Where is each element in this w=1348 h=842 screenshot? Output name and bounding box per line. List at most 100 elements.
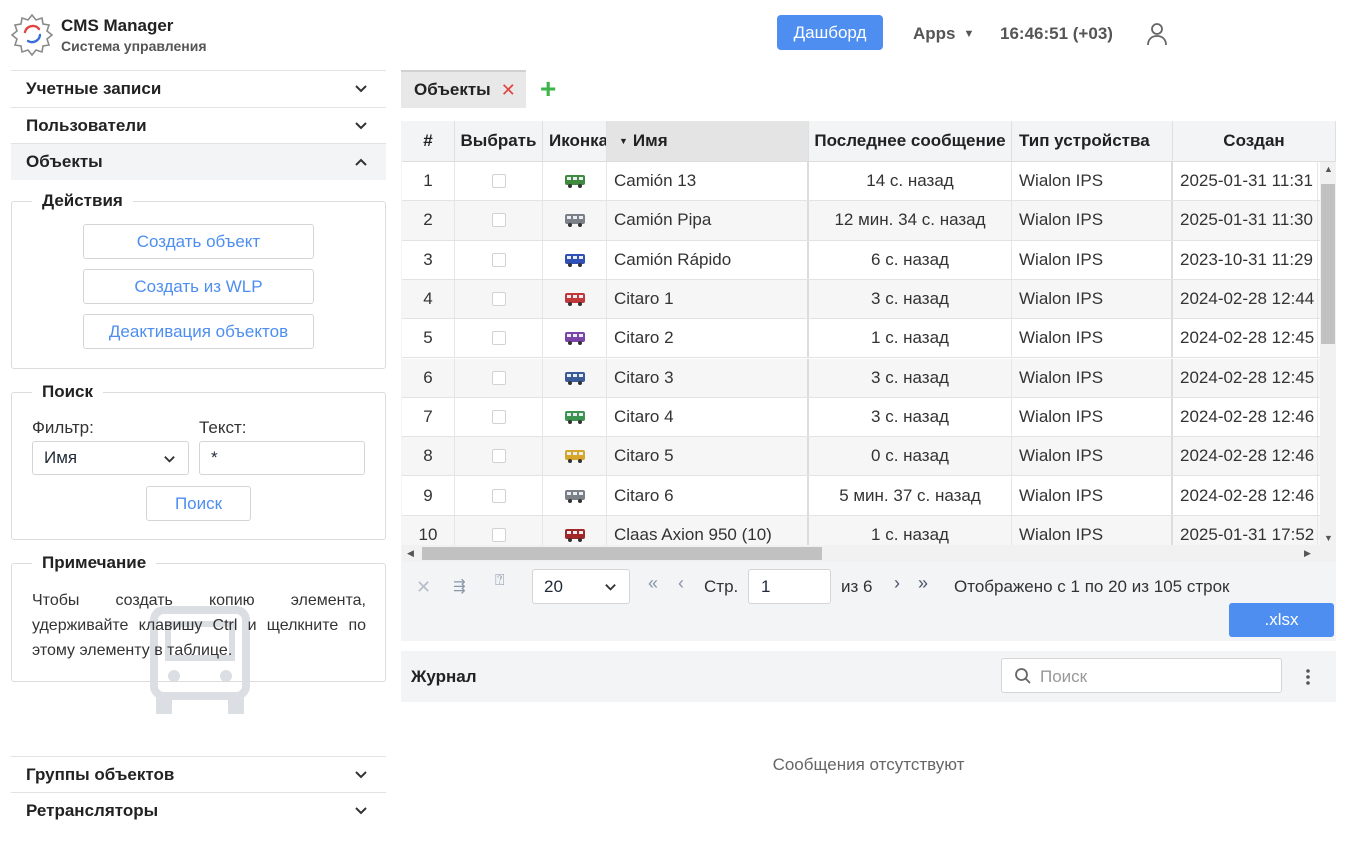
page-number-input[interactable]: 1 xyxy=(748,569,831,604)
row-last-message: 3 с. назад xyxy=(809,397,1012,437)
scroll-down-icon[interactable]: ▼ xyxy=(1324,533,1333,543)
table-row[interactable]: 4 Citaro 13 с. назад Wialon IPS 2024-02-28 … xyxy=(402,279,1336,320)
row-last-message: 0 с. назад xyxy=(809,437,1012,476)
row-checkbox[interactable] xyxy=(491,488,506,503)
row-checkbox[interactable] xyxy=(491,370,506,385)
bus-purple-icon xyxy=(564,332,585,346)
vertical-scroll-thumb[interactable] xyxy=(1321,184,1335,344)
filter-select[interactable]: Имя xyxy=(32,441,189,475)
column-header-name[interactable]: ▼ Имя xyxy=(607,121,809,162)
horizontal-scrollbar[interactable]: ◀ ▶ xyxy=(402,545,1336,562)
prev-page-icon[interactable]: ‹ xyxy=(678,573,684,594)
row-device-type: Wialon IPS xyxy=(1012,515,1173,545)
create-from-wlp-button[interactable]: Создать из WLP xyxy=(83,269,314,304)
create-object-button[interactable]: Создать объект xyxy=(83,224,314,259)
row-checkbox[interactable] xyxy=(491,409,506,424)
page-size-value: 20 xyxy=(544,576,563,596)
truck-blue-icon xyxy=(564,253,585,267)
table-row[interactable]: 5 Citaro 21 с. назад Wialon IPS 2024-02-28 … xyxy=(402,319,1336,359)
table-row[interactable]: 1 Camión 13 14 с. назад Wialon IPS 2025-01-3… xyxy=(402,162,1336,202)
tractor-red-icon xyxy=(564,528,585,542)
chevron-up-icon xyxy=(355,158,367,166)
table-row[interactable]: 8 Citaro 50 с. назад Wialon IPS 2024-02-28 … xyxy=(402,437,1336,477)
column-header-icon[interactable]: Иконка xyxy=(543,121,607,162)
expand-columns-icon[interactable]: ⇶ xyxy=(453,577,466,595)
row-last-message: 3 с. назад xyxy=(809,279,1012,319)
dashboard-button[interactable]: Дашборд xyxy=(777,15,883,50)
column-header-select[interactable]: Выбрать xyxy=(455,121,543,162)
scroll-right-icon[interactable]: ▶ xyxy=(1304,548,1311,559)
actions-legend: Действия xyxy=(32,191,133,211)
row-select-cell xyxy=(455,319,543,358)
deactivate-objects-button[interactable]: Деактивация объектов xyxy=(83,314,314,349)
column-header-device-type[interactable]: Тип устройства xyxy=(1012,121,1173,162)
next-page-icon[interactable]: › xyxy=(894,573,900,594)
row-last-message: 1 с. назад xyxy=(809,515,1012,545)
search-button[interactable]: Поиск xyxy=(146,486,251,521)
row-checkbox[interactable] xyxy=(491,174,506,189)
row-checkbox[interactable] xyxy=(491,527,506,542)
bus-grey-icon xyxy=(564,214,585,228)
clear-icon[interactable]: ✕ xyxy=(416,577,431,598)
row-name: Camión Pipa xyxy=(607,201,809,240)
row-number: 2 xyxy=(402,201,455,240)
table-row[interactable]: 3 Camión Rápido 6 с. назад Wialon IPS 2023-1… xyxy=(402,240,1336,280)
table-row[interactable]: 7 Citaro 43 с. назад Wialon IPS 2024-02-28 … xyxy=(402,397,1336,438)
row-checkbox[interactable] xyxy=(491,331,506,346)
user-icon[interactable] xyxy=(1145,21,1169,47)
row-created: 2024-02-28 12:46 xyxy=(1173,437,1318,476)
column-header-number[interactable]: # xyxy=(402,121,455,162)
vertical-scrollbar[interactable]: ▲ ▼ xyxy=(1320,162,1336,545)
sidebar-section-users[interactable]: Пользователи xyxy=(11,107,386,144)
row-created: 2024-02-28 12:45 xyxy=(1173,319,1318,358)
table-grid: # Выбрать Иконка ▼ Имя Последнее сообщен… xyxy=(402,121,1336,545)
note-panel: Примечание Чтобы создать копию элемента,… xyxy=(11,553,386,682)
row-number: 8 xyxy=(402,437,455,476)
row-created: 2024-02-28 12:46 xyxy=(1173,397,1318,437)
row-select-cell xyxy=(455,397,543,437)
scroll-left-icon[interactable]: ◀ xyxy=(407,548,414,559)
chevron-down-icon xyxy=(355,807,367,815)
sidebar-section-retranslators[interactable]: Ретрансляторы xyxy=(11,792,386,829)
table-row[interactable]: 2 Camión Pipa 12 мин. 34 с. назад Wialon IP… xyxy=(402,201,1336,241)
sidebar-section-accounts[interactable]: Учетные записи xyxy=(11,70,386,107)
first-page-icon[interactable]: « xyxy=(648,573,658,594)
scroll-up-icon[interactable]: ▲ xyxy=(1324,164,1333,174)
add-tab-icon[interactable]: + xyxy=(540,75,556,103)
last-page-icon[interactable]: » xyxy=(918,573,928,594)
tab-label: Объекты xyxy=(414,80,491,99)
row-icon-cell xyxy=(543,397,607,437)
journal-search-input[interactable]: Поиск xyxy=(1001,658,1282,693)
resize-help-icon[interactable]: ⍰ xyxy=(495,572,505,590)
column-header-last-message[interactable]: Последнее сообщение xyxy=(809,121,1012,162)
table-row[interactable]: 6 Citaro 33 с. назад Wialon IPS 2024-02-28 … xyxy=(402,358,1336,398)
app-title: CMS Manager xyxy=(61,16,174,35)
row-name: Citaro 1 xyxy=(607,279,809,319)
row-icon-cell xyxy=(543,279,607,319)
row-checkbox[interactable] xyxy=(491,449,506,464)
row-icon-cell xyxy=(543,476,607,515)
tab-objects[interactable]: Объекты ✕ xyxy=(401,70,526,108)
row-name: Claas Axion 950 (10) xyxy=(607,515,809,545)
table-row[interactable]: 10 Claas Axion 950 (10) 1 с. назад Wialon I… xyxy=(402,515,1336,545)
search-legend: Поиск xyxy=(32,382,104,402)
row-checkbox[interactable] xyxy=(491,213,506,228)
filter-select-value: Имя xyxy=(44,448,78,467)
search-text-input[interactable]: * xyxy=(199,441,365,475)
sidebar-section-objects[interactable]: Объекты xyxy=(11,143,386,180)
sidebar-section-object-groups[interactable]: Группы объектов xyxy=(11,756,386,793)
export-xlsx-button[interactable]: .xlsx xyxy=(1229,603,1334,637)
sidebar-section-label: Ретрансляторы xyxy=(26,801,159,820)
row-select-cell xyxy=(455,358,543,397)
row-select-cell xyxy=(455,476,543,515)
close-icon[interactable]: ✕ xyxy=(501,80,516,101)
row-checkbox[interactable] xyxy=(491,292,506,307)
table-row[interactable]: 9 Citaro 65 мин. 37 с. назад Wialon IPS 202… xyxy=(402,476,1336,516)
more-vertical-icon[interactable] xyxy=(1304,667,1312,687)
apps-menu[interactable]: Apps ▼ xyxy=(913,24,974,44)
page-size-select[interactable]: 20 xyxy=(532,569,630,604)
column-header-created[interactable]: Создан xyxy=(1173,121,1336,162)
row-checkbox[interactable] xyxy=(491,252,506,267)
horizontal-scroll-thumb[interactable] xyxy=(422,547,822,560)
row-name: Camión 13 xyxy=(607,162,809,201)
